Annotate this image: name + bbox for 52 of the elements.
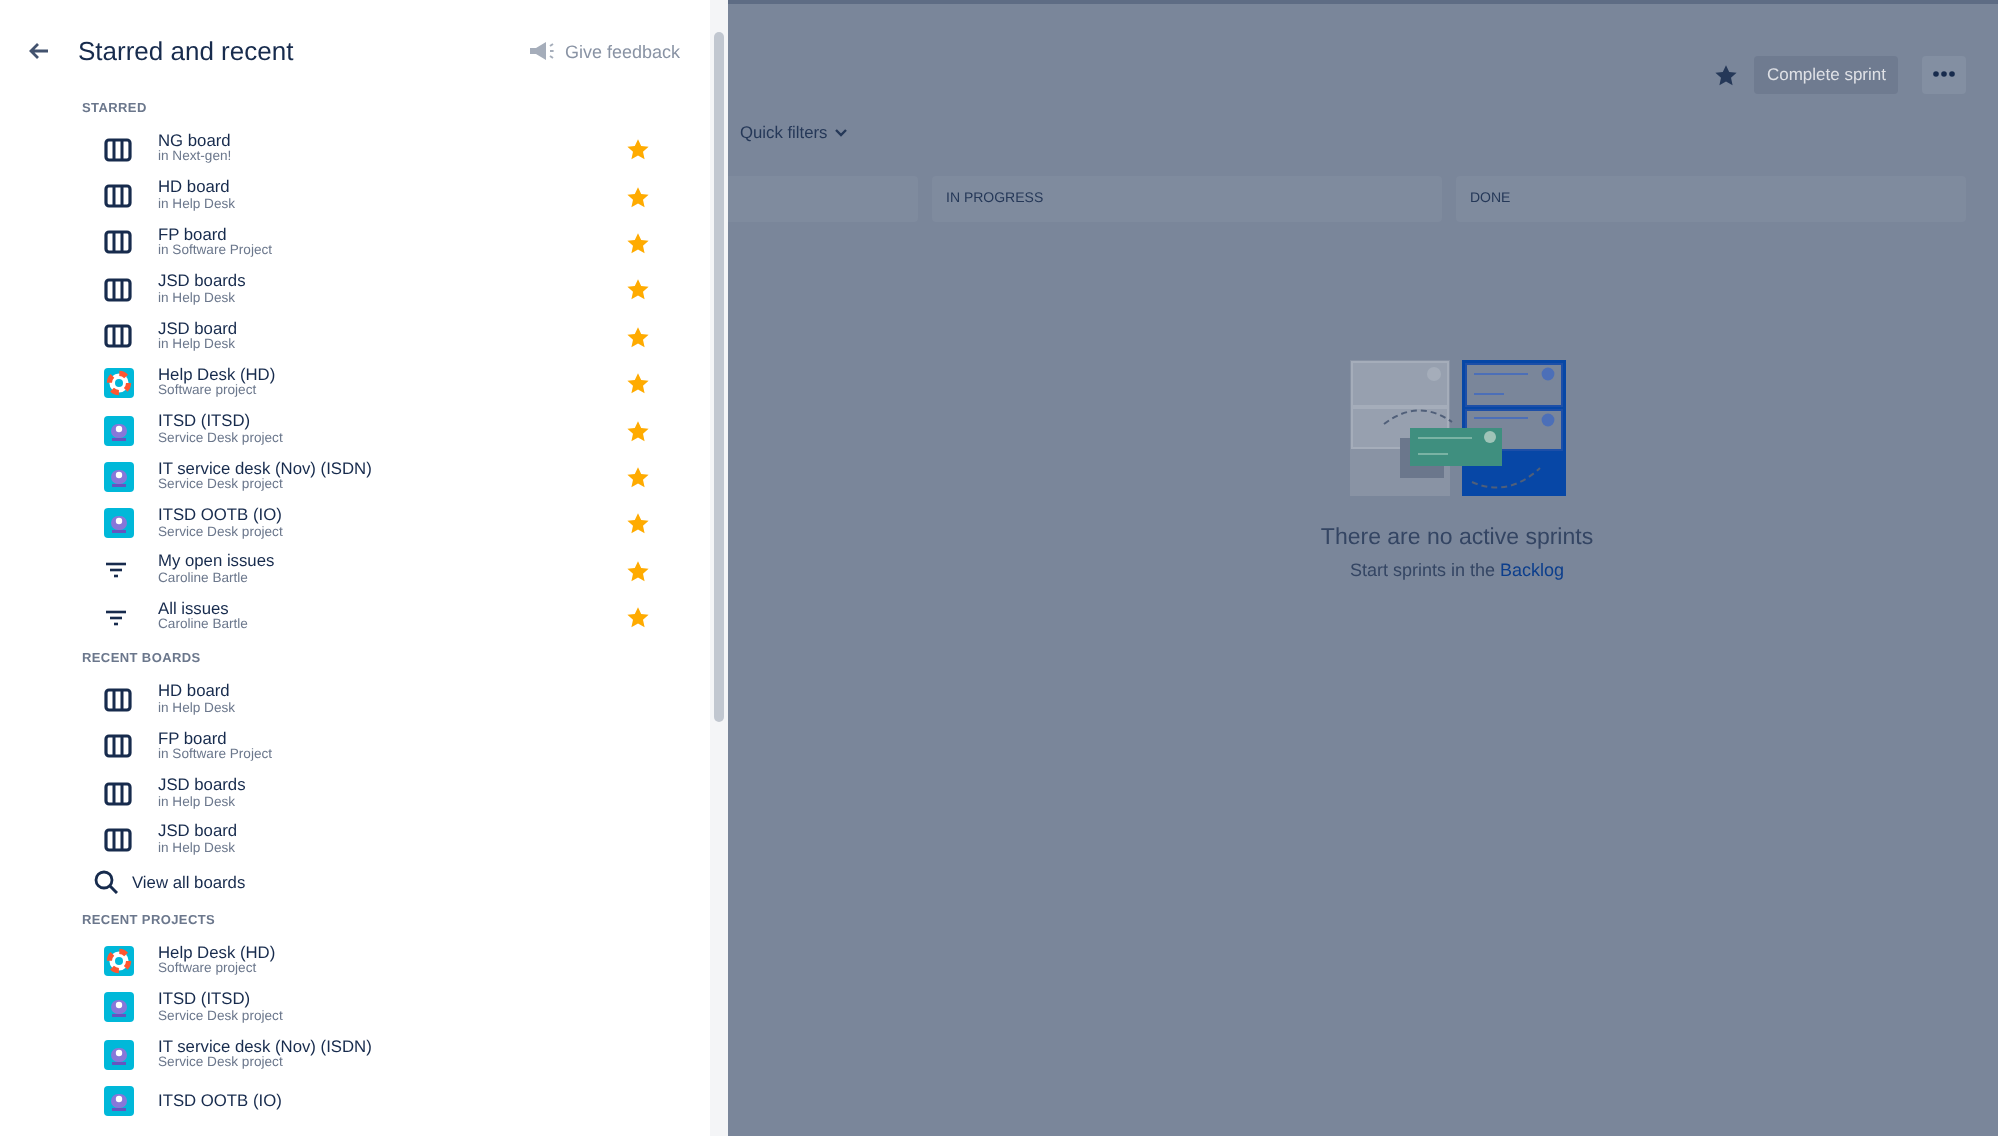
robot-icon xyxy=(104,415,134,446)
lifebuoy-icon xyxy=(104,946,134,977)
view-all-link[interactable]: View all boards xyxy=(0,863,710,902)
item-title: IT service desk (Nov) (ISDN) xyxy=(158,1037,374,1056)
item-title: ITSD OOTB (IO) xyxy=(158,506,284,526)
item-title: JSD boards xyxy=(158,776,248,796)
board-icon xyxy=(104,781,132,806)
megaphone-icon xyxy=(528,40,555,62)
robot-icon xyxy=(104,461,134,492)
list-item[interactable]: ITSD OOTB (IO) xyxy=(0,1078,710,1125)
item-title: JSD board xyxy=(158,822,240,842)
board-icon xyxy=(104,828,132,853)
chevron-down-icon xyxy=(833,127,848,137)
item-title: All issues xyxy=(158,599,231,618)
item-title: HD board xyxy=(158,682,232,702)
back-arrow-icon xyxy=(28,42,50,60)
item-title: ITSD (ITSD) xyxy=(158,412,253,432)
panel-title: Starred and recent xyxy=(78,36,296,66)
board-icon xyxy=(104,230,132,255)
board-icon xyxy=(104,277,132,302)
item-title: ITSD OOTB (IO) xyxy=(158,1091,284,1111)
back-button[interactable] xyxy=(24,38,54,64)
star-icon xyxy=(1714,63,1739,85)
filter-icon xyxy=(104,607,128,628)
board-icon xyxy=(104,687,132,712)
item-title: FP board xyxy=(158,225,229,244)
item-title: Help Desk (HD) xyxy=(158,365,278,384)
more-button[interactable] xyxy=(1922,55,1966,93)
robot-icon xyxy=(104,508,134,539)
board-icon xyxy=(104,137,132,162)
robot-icon xyxy=(104,1086,134,1117)
item-title: JSD board xyxy=(158,319,240,338)
item-title: IT service desk (Nov) (ISDN) xyxy=(158,459,374,478)
board-icon xyxy=(104,324,132,349)
robot-icon xyxy=(104,1039,134,1070)
scrollbar-thumb[interactable] xyxy=(714,32,724,722)
item-title: FP board xyxy=(158,729,229,748)
item-title: Help Desk (HD) xyxy=(158,943,278,962)
more-icon xyxy=(1932,70,1956,78)
filter-icon xyxy=(104,560,128,581)
item-title: ITSD (ITSD) xyxy=(158,990,253,1010)
search-icon xyxy=(94,870,118,895)
item-title: My open issues xyxy=(158,552,277,572)
item-title: JSD boards xyxy=(158,272,248,292)
item-title: HD board xyxy=(158,178,232,198)
board-icon xyxy=(104,184,132,209)
item-title: NG board xyxy=(158,131,233,150)
empty-state-title: There are no active sprints xyxy=(1320,526,1594,550)
lifebuoy-icon xyxy=(104,368,134,399)
board-icon xyxy=(104,734,132,759)
empty-state-text: Start sprints in the Backlog xyxy=(1349,560,1565,580)
robot-icon xyxy=(104,992,134,1023)
